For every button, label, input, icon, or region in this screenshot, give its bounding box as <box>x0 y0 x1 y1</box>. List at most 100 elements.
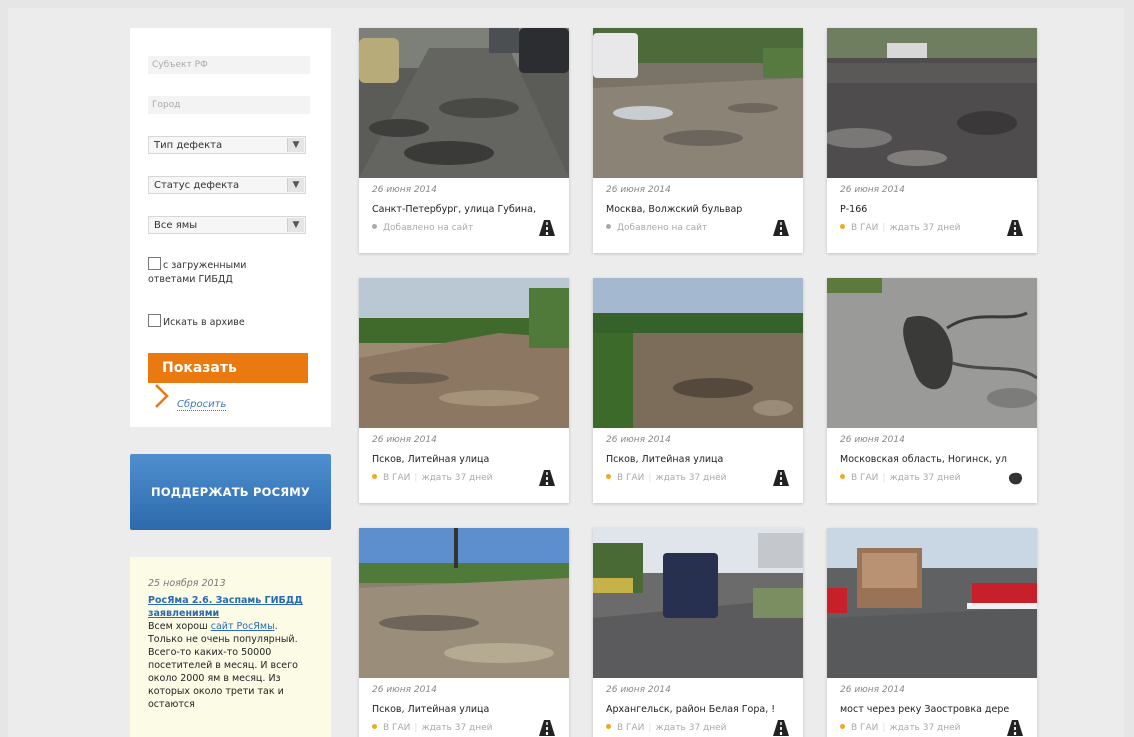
status-dot <box>372 224 377 229</box>
defect-status-label: Статус дефекта <box>154 180 240 191</box>
status-label: Добавлено на сайт <box>617 223 708 233</box>
card-title[interactable]: Псков, Литейная улица <box>606 454 792 465</box>
card-status: В ГАИ | ждать 37 дней <box>372 723 493 733</box>
defect-card[interactable]: 26 июня 2014 Архангельск, район Белая Гор… <box>593 528 803 737</box>
wait-label: ждать 37 дней <box>889 473 961 483</box>
card-title[interactable]: мост через реку Заостровка дере <box>840 704 1026 715</box>
card-date: 26 июня 2014 <box>606 685 671 695</box>
page: Тип дефекта ▼ Статус дефекта ▼ Все ямы ▼… <box>8 8 1124 737</box>
support-rosyama-button[interactable]: ПОДДЕРЖАТЬ РОСЯМУ <box>130 454 331 530</box>
status-label: В ГАИ <box>617 723 645 733</box>
status-dot <box>372 724 377 729</box>
status-dot <box>372 474 377 479</box>
status-separator: | <box>414 473 418 483</box>
card-date: 26 июня 2014 <box>840 185 905 195</box>
defect-card[interactable]: 26 июня 2014 Р-166 В ГАИ | ждать 37 дней <box>827 28 1037 253</box>
news-site-link[interactable]: сайт РосЯмы <box>211 621 275 632</box>
status-dot <box>840 724 845 729</box>
card-status: В ГАИ | ждать 37 дней <box>840 223 961 233</box>
news-text: Всем хорош сайт РосЯмы. Только не очень … <box>148 620 315 711</box>
defect-card[interactable]: 26 июня 2014 Псков, Литейная улица В ГАИ | ж… <box>359 528 569 737</box>
status-separator: | <box>882 223 886 233</box>
status-label: В ГАИ <box>851 473 879 483</box>
card-title[interactable]: Р-166 <box>840 204 1026 215</box>
road-icon <box>539 220 555 236</box>
gibdd-answers-filter: с загруженными ответами ГИБДД <box>148 257 288 287</box>
road-icon <box>539 470 555 486</box>
card-title[interactable]: Москва, Волжский бульвар <box>606 204 792 215</box>
wait-label: ждать 37 дней <box>421 473 493 483</box>
status-dot <box>606 224 611 229</box>
road-icon <box>539 720 555 736</box>
status-separator: | <box>882 723 886 733</box>
defect-photo[interactable] <box>827 278 1037 428</box>
defect-card[interactable]: 26 июня 2014 Псков, Литейная улица В ГАИ | ж… <box>359 278 569 503</box>
status-label: В ГАИ <box>851 223 879 233</box>
defect-photo[interactable] <box>593 528 803 678</box>
status-separator: | <box>882 473 886 483</box>
defect-card[interactable]: 26 июня 2014 Псков, Литейная улица В ГАИ | ж… <box>593 278 803 503</box>
wait-label: ждать 37 дней <box>655 473 727 483</box>
defect-photo[interactable] <box>827 28 1037 178</box>
archive-checkbox[interactable] <box>148 314 161 327</box>
status-separator: | <box>648 723 652 733</box>
defect-photo[interactable] <box>593 278 803 428</box>
defect-status-select[interactable]: Статус дефекта ▼ <box>148 176 306 194</box>
defect-photo[interactable] <box>827 528 1037 678</box>
chevron-down-icon: ▼ <box>287 178 304 192</box>
defect-card[interactable]: 26 июня 2014 мост через реку Заостровка д… <box>827 528 1037 737</box>
status-label: В ГАИ <box>383 723 411 733</box>
card-title[interactable]: Псков, Литейная улица <box>372 704 558 715</box>
chevron-down-icon: ▼ <box>287 218 304 232</box>
card-date: 26 июня 2014 <box>840 435 905 445</box>
status-label: В ГАИ <box>851 723 879 733</box>
defect-card[interactable]: 26 июня 2014 Москва, Волжский бульвар Доба… <box>593 28 803 253</box>
road-icon <box>773 220 789 236</box>
defect-photo[interactable] <box>359 278 569 428</box>
card-date: 26 июня 2014 <box>606 185 671 195</box>
defect-photo[interactable] <box>359 28 569 178</box>
status-separator: | <box>648 473 652 483</box>
region-input[interactable] <box>148 56 310 74</box>
archive-label: Искать в архиве <box>163 317 245 328</box>
defect-photo[interactable] <box>593 28 803 178</box>
defect-card[interactable]: 26 июня 2014 Московская область, Ногинск,… <box>827 278 1037 503</box>
news-title-link[interactable]: РосЯма 2.6. Заспамь ГИБДД заявлениями <box>148 594 315 620</box>
card-status: В ГАИ | ждать 37 дней <box>606 723 727 733</box>
card-title[interactable]: Псков, Литейная улица <box>372 454 558 465</box>
card-status: Добавлено на сайт <box>606 223 707 233</box>
status-label: В ГАИ <box>383 473 411 483</box>
news-date: 25 ноября 2013 <box>148 578 226 589</box>
road-icon <box>773 720 789 736</box>
card-title[interactable]: Санкт-Петербург, улица Губина, <box>372 204 558 215</box>
card-status: В ГАИ | ждать 37 дней <box>606 473 727 483</box>
pits-label: Все ямы <box>154 220 198 231</box>
card-title[interactable]: Московская область, Ногинск, ул <box>840 454 1026 465</box>
defect-card[interactable]: 26 июня 2014 Санкт-Петербург, улица Губин… <box>359 28 569 253</box>
pits-select[interactable]: Все ямы ▼ <box>148 216 306 234</box>
card-status: В ГАИ | ждать 37 дней <box>372 473 493 483</box>
defect-photo[interactable] <box>359 528 569 678</box>
status-dot <box>606 724 611 729</box>
reset-link[interactable]: Сбросить <box>177 399 227 411</box>
gibdd-answers-label: с загруженными ответами ГИБДД <box>148 260 247 285</box>
status-separator: | <box>414 723 418 733</box>
status-dot <box>840 224 845 229</box>
wait-label: ждать 37 дней <box>889 223 961 233</box>
road-icon <box>773 470 789 486</box>
city-input[interactable] <box>148 96 310 114</box>
show-button[interactable]: Показать <box>148 353 308 383</box>
road-icon <box>1007 220 1023 236</box>
filters-panel: Тип дефекта ▼ Статус дефекта ▼ Все ямы ▼… <box>130 28 331 427</box>
defect-type-select[interactable]: Тип дефекта ▼ <box>148 136 306 154</box>
card-date: 26 июня 2014 <box>372 435 437 445</box>
archive-filter: Искать в архиве <box>148 314 245 330</box>
wait-label: ждать 37 дней <box>421 723 493 733</box>
pothole-icon <box>1008 472 1023 485</box>
card-status: В ГАИ | ждать 37 дней <box>840 473 961 483</box>
news-block: 25 ноября 2013 РосЯма 2.6. Заспамь ГИБДД… <box>130 557 331 737</box>
card-date: 26 июня 2014 <box>372 185 437 195</box>
news-text-before: Всем хорош <box>148 621 211 632</box>
card-title[interactable]: Архангельск, район Белая Гора, ! <box>606 704 792 715</box>
gibdd-answers-checkbox[interactable] <box>148 257 161 270</box>
